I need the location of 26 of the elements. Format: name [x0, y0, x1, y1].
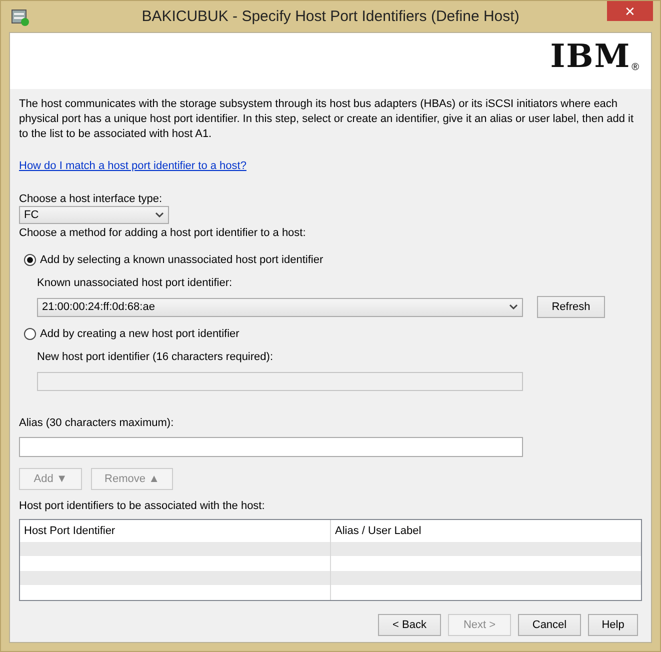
back-button[interactable]: < Back	[378, 614, 441, 636]
close-button[interactable]: ✕	[607, 1, 653, 21]
field-label: Host port identifiers to be associated with the host:	[19, 499, 266, 513]
field-label: New host port identifier (16 characters required):	[37, 350, 274, 364]
help-link[interactable]: How do I match a host port identifier to a host?	[19, 160, 246, 172]
field-label: Alias (30 characters maximum):	[19, 416, 175, 430]
radio-label: Add by selecting a known unassociated host port identifier	[40, 254, 324, 266]
alias-input-field[interactable]	[19, 437, 523, 457]
window-title: BAKICUBUK - Specify Host Port Identifiers (Define Host)	[142, 8, 520, 25]
chevron-down-icon	[509, 304, 518, 310]
field-label: Choose a method for adding a host port identifier to a host:	[19, 226, 307, 240]
field-label: Known unassociated host port identifier:	[37, 276, 234, 290]
radio-button[interactable]	[24, 254, 36, 266]
app-icon	[11, 8, 29, 26]
radio-label: Add by creating a new host port identifier	[40, 328, 240, 340]
refresh-button[interactable]: Refresh	[537, 296, 605, 318]
ibm-logo: IBM®	[550, 39, 639, 73]
help-button[interactable]: Help	[588, 614, 638, 636]
radio-button[interactable]	[24, 328, 36, 340]
interface-type-dropdown[interactable]: FC	[19, 206, 169, 224]
identifier-dropdown[interactable]: 21:00:00:24:ff:0d:68:ae	[37, 298, 523, 316]
intro-text: The host communicates with the storage subsystem through its host bus adapters (HBAs) or its iSCSI initiators where each physical port has a unique host port identifier. In this step, select or create an identifier, give it an alias or user label, then add it to the list to be associated with host A1.	[19, 97, 635, 142]
cancel-button[interactable]: Cancel	[518, 614, 581, 636]
chevron-down-icon	[155, 212, 164, 218]
column-header[interactable]: Alias / User Label	[331, 520, 641, 542]
field-label: Choose a host interface type:	[19, 192, 164, 206]
